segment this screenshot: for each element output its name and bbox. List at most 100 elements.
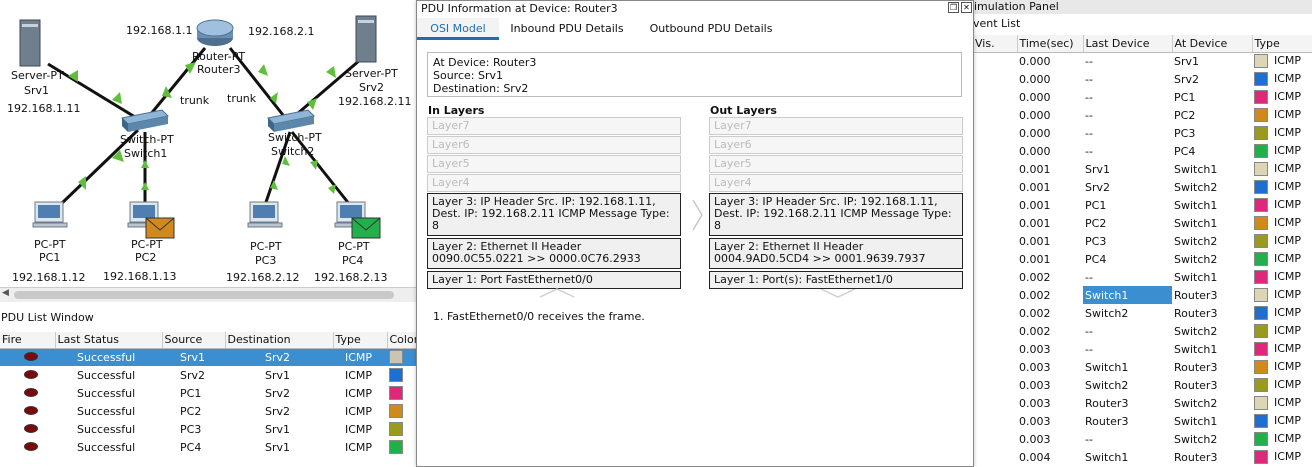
event-row[interactable]: 0.003 -- Switch2 ICMP [973,430,1312,448]
in-layer-5[interactable]: Layer5 [427,155,681,173]
vis-cell[interactable] [973,412,1017,430]
vis-cell[interactable] [973,376,1017,394]
col-at-device[interactable]: At Device [1172,35,1253,53]
close-icon[interactable]: ✕ [961,2,972,13]
out-layer-4[interactable]: Layer4 [709,174,963,192]
event-row[interactable]: 0.003 Router3 Switch2 ICMP [973,394,1312,412]
in-layer-1[interactable]: Layer 1: Port FastEthernet0/0 [427,271,681,289]
in-layer-3[interactable]: Layer 3: IP Header Src. IP: 192.168.1.11… [427,193,681,236]
col-fire[interactable]: Fire [0,332,56,349]
vis-cell[interactable] [973,286,1017,304]
event-row[interactable]: 0.001 PC2 Switch1 ICMP [973,214,1312,232]
vis-cell[interactable] [973,304,1017,322]
fire-cell[interactable] [0,384,55,402]
vis-cell[interactable] [973,214,1017,232]
destination-cell: Srv2 [225,348,333,366]
event-row[interactable]: 0.003 -- Switch1 ICMP [973,340,1312,358]
fire-icon[interactable] [24,369,38,379]
event-row[interactable]: 0.002 Switch1 Router3 ICMP [973,286,1312,304]
fire-icon[interactable] [24,351,38,361]
col-destination[interactable]: Destination [225,332,334,349]
vis-cell[interactable] [973,178,1017,196]
vis-cell[interactable] [973,394,1017,412]
vis-cell[interactable] [973,268,1017,286]
event-row[interactable]: 0.000 -- Srv1 ICMP [973,52,1312,70]
fire-cell[interactable] [0,348,55,366]
col-source[interactable]: Source [162,332,226,349]
fire-cell[interactable] [0,420,55,438]
vis-cell[interactable] [973,88,1017,106]
pdu-list-row[interactable]: Successful PC3 Srv1 ICMP [0,420,420,438]
event-row[interactable]: 0.001 Srv1 Switch1 ICMP [973,160,1312,178]
event-row[interactable]: 0.002 -- Switch1 ICMP [973,268,1312,286]
scrollbar-thumb[interactable] [14,291,394,299]
col-event-type[interactable]: Type [1252,35,1312,53]
col-vis[interactable]: Vis. [973,35,1018,53]
in-layer-4[interactable]: Layer4 [427,174,681,192]
event-row[interactable]: 0.000 -- Srv2 ICMP [973,70,1312,88]
out-layer-6[interactable]: Layer6 [709,136,963,154]
pdu-list-row[interactable]: Successful PC1 Srv2 ICMP [0,384,420,402]
event-row[interactable]: 0.003 Switch2 Router3 ICMP [973,376,1312,394]
col-time[interactable]: Time(sec) [1017,35,1084,53]
event-row[interactable]: 0.002 Switch2 Router3 ICMP [973,304,1312,322]
col-color[interactable]: Color [387,332,420,349]
event-row[interactable]: 0.000 -- PC4 ICMP [973,142,1312,160]
vis-cell[interactable] [973,196,1017,214]
event-row[interactable]: 0.003 Switch1 Router3 ICMP [973,358,1312,376]
vis-cell[interactable] [973,322,1017,340]
out-layer-1[interactable]: Layer 1: Port(s): FastEthernet1/0 [709,271,963,289]
fire-icon[interactable] [24,387,38,397]
restore-icon[interactable]: ❐ [948,2,959,13]
pdu-list-row[interactable]: Successful Srv2 Srv1 ICMP [0,366,420,384]
out-layer-2[interactable]: Layer 2: Ethernet II Header 0004.9AD0.5C… [709,238,963,269]
vis-cell[interactable] [973,70,1017,88]
vis-cell[interactable] [973,358,1017,376]
vis-cell[interactable] [973,106,1017,124]
event-row[interactable]: 0.001 PC4 Switch2 ICMP [973,250,1312,268]
vis-cell[interactable] [973,448,1017,466]
in-layer-6[interactable]: Layer6 [427,136,681,154]
topology-canvas[interactable]: 192.168.1.1 192.168.2.1 Router-PT Router… [0,0,420,302]
pdu-list-row[interactable]: Successful PC4 Srv1 ICMP [0,438,420,456]
event-row[interactable]: 0.003 Router3 Switch1 ICMP [973,412,1312,430]
tab-osi-model[interactable]: OSI Model [417,18,499,40]
event-row[interactable]: 0.001 PC1 Switch1 ICMP [973,196,1312,214]
topology-horizontal-scrollbar[interactable]: ◀ [0,287,420,302]
in-layer-2[interactable]: Layer 2: Ethernet II Header 0090.0C55.02… [427,238,681,269]
vis-cell[interactable] [973,430,1017,448]
col-last-status[interactable]: Last Status [55,332,163,349]
fire-icon[interactable] [24,423,38,433]
tab-inbound-pdu-details[interactable]: Inbound PDU Details [503,18,631,40]
fire-icon[interactable] [24,405,38,415]
out-layer-7[interactable]: Layer7 [709,117,963,135]
pdu-list-row[interactable]: Successful Srv1 Srv2 ICMP [0,348,420,366]
fire-cell[interactable] [0,402,55,420]
type-cell: ICMP [1252,304,1312,322]
event-row[interactable]: 0.001 PC3 Switch2 ICMP [973,232,1312,250]
col-last-device[interactable]: Last Device [1083,35,1173,53]
in-layer-7[interactable]: Layer7 [427,117,681,135]
col-type[interactable]: Type [333,332,388,349]
event-row[interactable]: 0.000 -- PC2 ICMP [973,106,1312,124]
vis-cell[interactable] [973,232,1017,250]
event-row[interactable]: 0.002 -- Switch2 ICMP [973,322,1312,340]
out-layer-3[interactable]: Layer 3: IP Header Src. IP: 192.168.1.11… [709,193,963,236]
event-row[interactable]: 0.000 -- PC3 ICMP [973,124,1312,142]
event-row[interactable]: 0.004 Switch1 Router3 ICMP [973,448,1312,466]
vis-cell[interactable] [973,52,1017,70]
fire-icon[interactable] [24,441,38,451]
vis-cell[interactable] [973,340,1017,358]
fire-cell[interactable] [0,366,55,384]
event-row[interactable]: 0.000 -- PC1 ICMP [973,88,1312,106]
vis-cell[interactable] [973,124,1017,142]
vis-cell[interactable] [973,160,1017,178]
event-row[interactable]: 0.001 Srv2 Switch2 ICMP [973,178,1312,196]
pdu-list-row[interactable]: Successful PC2 Srv2 ICMP [0,402,420,420]
scroll-left-icon[interactable]: ◀ [2,288,9,298]
fire-cell[interactable] [0,438,55,456]
vis-cell[interactable] [973,142,1017,160]
tab-outbound-pdu-details[interactable]: Outbound PDU Details [643,18,779,40]
vis-cell[interactable] [973,250,1017,268]
out-layer-5[interactable]: Layer5 [709,155,963,173]
